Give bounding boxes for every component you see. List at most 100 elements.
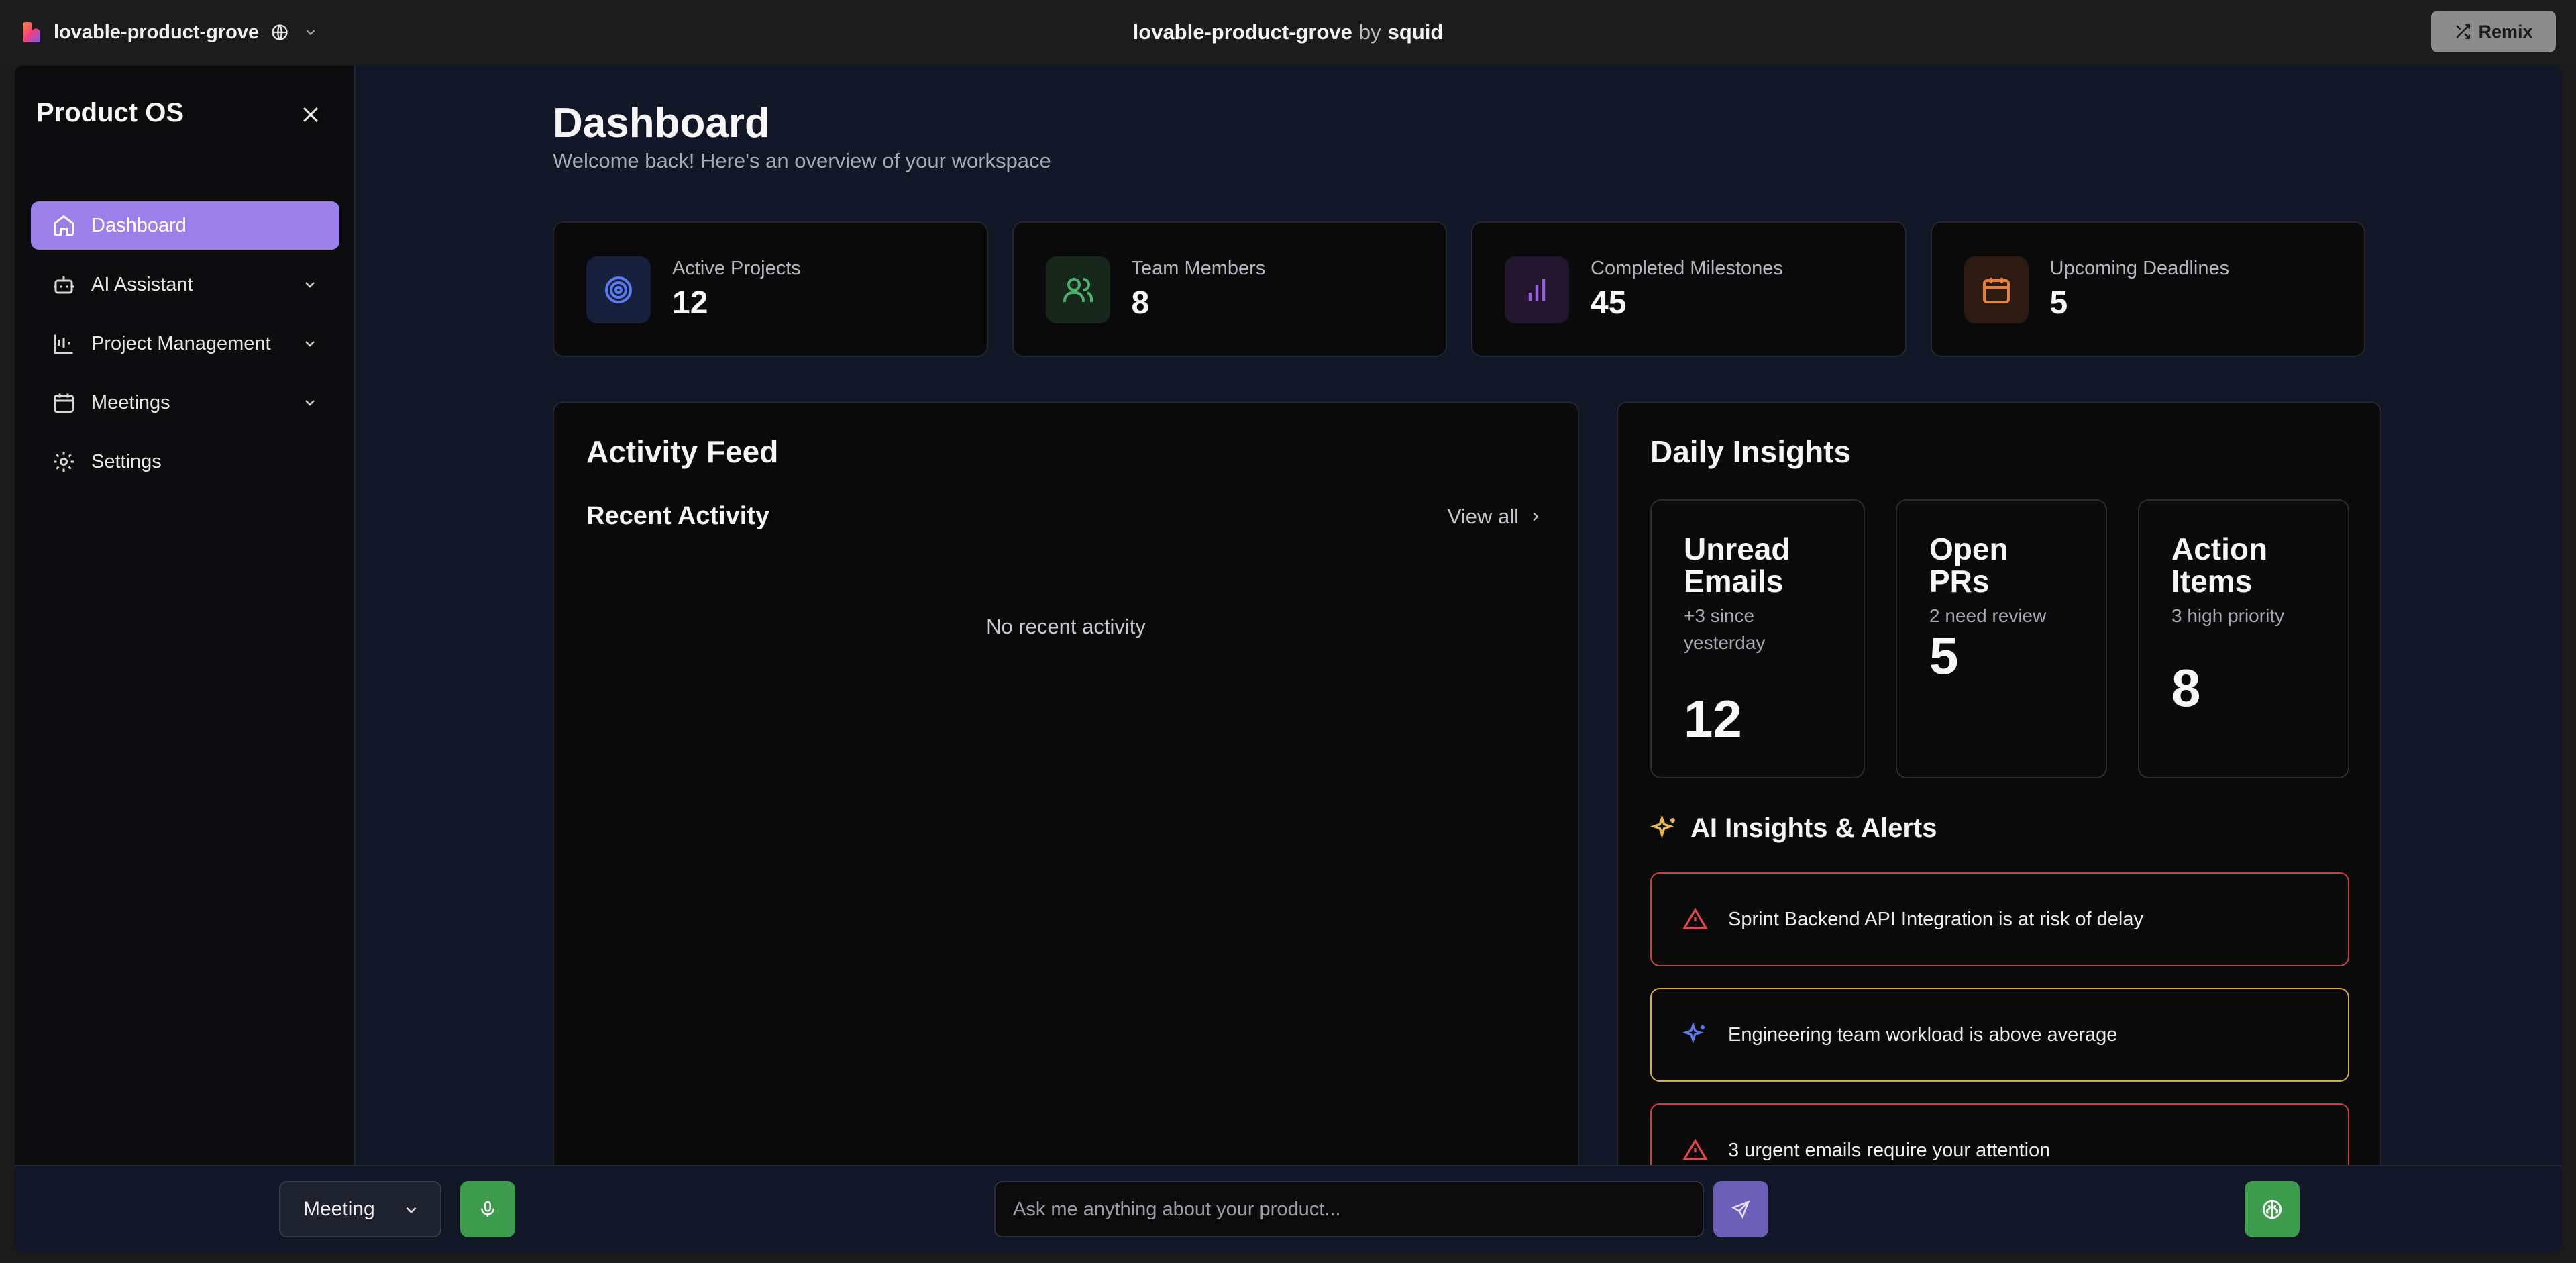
alert-triangle-icon xyxy=(1681,1136,1709,1164)
insight-cards: Unread Emails +3 since yesterday 12 Open… xyxy=(1650,499,2349,778)
chevron-down-icon[interactable] xyxy=(301,22,321,42)
stat-label: Upcoming Deadlines xyxy=(2049,258,2230,279)
stat-card-active-projects: Active Projects 12 xyxy=(553,221,988,357)
daily-insights-panel: Daily Insights Unread Emails +3 since ye… xyxy=(1617,401,2381,1165)
calendar-icon xyxy=(51,390,76,415)
stat-value: 12 xyxy=(672,285,708,321)
sidebar-item-meetings[interactable]: Meetings xyxy=(31,378,339,427)
page-title: Dashboard xyxy=(553,100,770,146)
insight-card-value: 12 xyxy=(1684,689,1742,748)
gear-icon xyxy=(51,449,76,474)
sidebar-item-project-management[interactable]: Project Management xyxy=(31,319,339,368)
mic-icon xyxy=(481,1201,494,1217)
alert-text: 3 urgent emails require your attention xyxy=(1728,1139,2051,1161)
stat-value: 8 xyxy=(1131,285,1150,321)
alert-item[interactable]: Sprint Backend API Integration is at ris… xyxy=(1650,872,2349,966)
stat-card-completed-milestones: Completed Milestones 45 xyxy=(1471,221,1907,357)
stats-row: Active Projects 12 Team Members 8 Comple… xyxy=(553,221,2365,357)
view-all-label: View all xyxy=(1447,505,1519,528)
remix-button[interactable]: Remix xyxy=(2431,11,2556,52)
chevron-down-icon[interactable] xyxy=(301,334,319,353)
sidebar-item-label: AI Assistant xyxy=(91,273,193,295)
project-switcher[interactable]: lovable-product-grove xyxy=(20,0,321,64)
insight-card-value: 5 xyxy=(1929,626,1959,685)
chevron-down-icon[interactable] xyxy=(301,275,319,294)
alert-item[interactable]: 3 urgent emails require your attention xyxy=(1650,1103,2349,1165)
daily-insights-title: Daily Insights xyxy=(1650,434,1851,469)
stat-value: 45 xyxy=(1591,285,1627,321)
brain-button[interactable] xyxy=(2245,1181,2300,1237)
insight-card-unread-emails[interactable]: Unread Emails +3 since yesterday 12 xyxy=(1650,499,1865,778)
alerts-heading: AI Insights & Alerts xyxy=(1650,813,1937,844)
close-sidebar-button[interactable] xyxy=(295,99,326,130)
alert-text: Sprint Backend API Integration is at ris… xyxy=(1728,908,2143,930)
recent-activity-heading: Recent Activity xyxy=(586,502,770,530)
remix-label: Remix xyxy=(2478,21,2533,42)
project-name[interactable]: lovable-product-grove xyxy=(54,21,259,44)
ask-input[interactable] xyxy=(994,1181,1704,1237)
bar-chart-icon xyxy=(1505,256,1569,323)
home-icon xyxy=(51,213,76,238)
target-icon xyxy=(586,256,651,323)
main-content: Dashboard Welcome back! Here's an overvi… xyxy=(357,66,2561,1165)
insight-card-sub: 3 high priority xyxy=(2171,605,2285,626)
brain-icon xyxy=(2262,1199,2282,1219)
globe-icon[interactable] xyxy=(270,22,290,42)
insight-card-value: 8 xyxy=(2171,658,2201,717)
sidebar-item-settings[interactable]: Settings xyxy=(31,438,339,486)
shuffle-icon xyxy=(2456,23,2471,40)
sidebar-item-label: Meetings xyxy=(91,391,170,413)
empty-state: No recent activity xyxy=(986,615,1146,638)
insight-card-action-items[interactable]: Action Items 3 high priority 8 xyxy=(2138,499,2349,778)
stat-value: 5 xyxy=(2049,285,2068,321)
sidebar-item-label: Dashboard xyxy=(91,214,186,236)
mode-select-value: Meeting xyxy=(303,1198,375,1220)
project-title-name: lovable-product-grove xyxy=(1132,20,1352,44)
stat-label: Completed Milestones xyxy=(1591,258,1783,279)
alert-triangle-icon xyxy=(1681,905,1709,933)
insight-card-open-prs[interactable]: Open PRs 2 need review 5 xyxy=(1896,499,2107,778)
sidebar-item-label: Project Management xyxy=(91,332,271,354)
page-subtitle: Welcome back! Here's an overview of your… xyxy=(553,149,1051,172)
project-owner: squid xyxy=(1387,20,1444,44)
sidebar-item-dashboard[interactable]: Dashboard xyxy=(31,201,339,250)
send-icon xyxy=(1731,1200,1750,1219)
browser-topbar: lovable-product-grove lovable-product-gr… xyxy=(0,0,2576,64)
kanban-icon xyxy=(51,331,76,356)
assistant-bar: Meeting xyxy=(15,1165,2561,1252)
chevron-down-icon[interactable] xyxy=(301,393,319,412)
insight-card-sub: +3 since yesterday xyxy=(1684,605,1766,653)
alert-item[interactable]: Engineering team workload is above avera… xyxy=(1650,988,2349,1082)
alert-text: Engineering team workload is above avera… xyxy=(1728,1023,2118,1046)
insight-card-title: Open PRs xyxy=(1929,532,2008,599)
project-title-by: by xyxy=(1358,20,1381,44)
mic-button[interactable] xyxy=(460,1181,515,1237)
chevron-right-icon xyxy=(1533,512,1539,521)
send-button[interactable] xyxy=(1713,1181,1768,1237)
sidebar-item-ai-assistant[interactable]: AI Assistant xyxy=(31,260,339,309)
mode-select[interactable]: Meeting xyxy=(279,1181,441,1237)
project-title: lovable-product-grove by squid xyxy=(0,0,2576,64)
view-all-link[interactable]: View all xyxy=(1448,505,1543,529)
lovable-logo-icon xyxy=(23,22,41,42)
stat-label: Active Projects xyxy=(672,258,801,279)
sparkles-icon xyxy=(1650,814,1675,838)
close-icon xyxy=(303,107,319,123)
activity-feed-panel: Activity Feed Recent Activity View all N… xyxy=(553,401,1579,1165)
stat-card-team-members: Team Members 8 xyxy=(1012,221,1447,357)
sidebar: Product OS Dashboard AI Assistant Projec… xyxy=(15,66,356,1165)
insight-card-title: Unread Emails xyxy=(1684,532,1790,599)
alerts-title: AI Insights & Alerts xyxy=(1690,813,1937,843)
stat-label: Team Members xyxy=(1131,258,1266,279)
chevron-down-icon xyxy=(406,1207,417,1214)
calendar-icon xyxy=(1964,256,2029,323)
sidebar-title: Product OS xyxy=(36,98,184,128)
sparkles-icon xyxy=(1681,1021,1709,1049)
sidebar-nav: Dashboard AI Assistant Project Managemen… xyxy=(31,201,339,497)
insight-card-title: Action Items xyxy=(2171,532,2268,599)
users-icon xyxy=(1045,256,1110,323)
bot-icon xyxy=(51,272,76,297)
sidebar-item-label: Settings xyxy=(91,450,162,472)
stat-card-upcoming-deadlines: Upcoming Deadlines 5 xyxy=(1930,221,2365,357)
app-frame: Product OS Dashboard AI Assistant Projec… xyxy=(15,66,2561,1252)
